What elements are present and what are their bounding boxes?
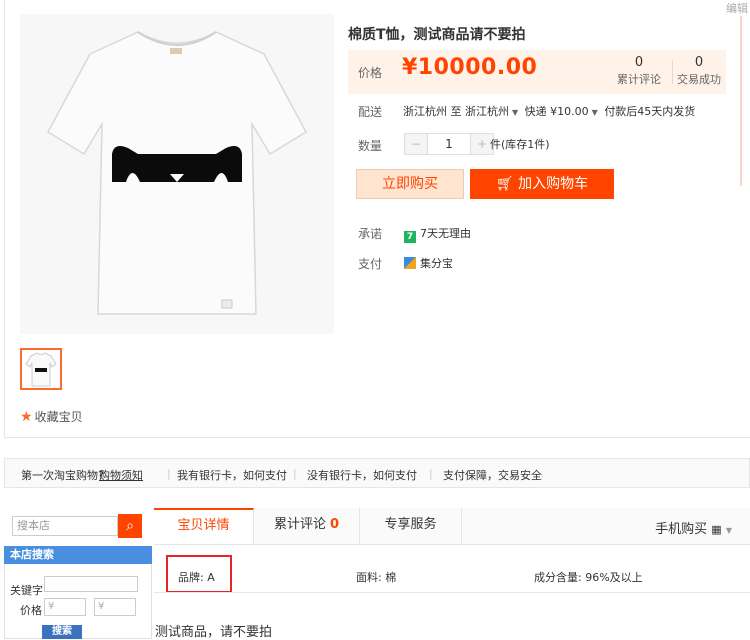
- search-button[interactable]: ⌕: [118, 514, 142, 538]
- promise-text: 7天无理由: [420, 227, 471, 240]
- sales-stat: 0 交易成功: [676, 55, 722, 87]
- stat-divider: [672, 60, 673, 84]
- guide-link-no-card[interactable]: 没有银行卡，如何支付: [307, 467, 417, 483]
- ship-from: 浙江杭州: [403, 105, 447, 118]
- ship-method-select[interactable]: 快递 ¥10.00 ▼: [525, 105, 601, 118]
- shopping-guide-bar: 第一次淘宝购物? 购物须知 | 我有银行卡，如何支付 | 没有银行卡，如何支付 …: [4, 458, 750, 488]
- shipping-label: 配送: [358, 105, 383, 119]
- chevron-down-icon: ▼: [725, 526, 732, 535]
- first-time-text: 第一次淘宝购物?: [21, 469, 104, 482]
- shopping-guide-link[interactable]: 购物须知: [99, 467, 143, 483]
- shop-search-input[interactable]: 搜本店: [12, 516, 118, 536]
- edit-link[interactable]: 编辑: [726, 0, 748, 16]
- guide-link-security[interactable]: 支付保障，交易安全: [443, 467, 542, 483]
- keyword-label: 关键字: [10, 584, 43, 597]
- shop-search-heading: 本店搜索: [4, 546, 152, 564]
- product-description: 测试商品，请不要拍: [155, 625, 273, 640]
- reviews-stat[interactable]: 0 累计评论: [614, 55, 664, 87]
- search-icon: ⌕: [126, 518, 134, 534]
- tab-details[interactable]: 宝贝详情: [154, 508, 254, 544]
- add-to-cart-label: 加入购物车: [518, 176, 589, 192]
- keyword-input[interactable]: [44, 576, 138, 592]
- shipping-info: 浙江杭州 至 浙江杭州 ▼ 快递 ¥10.00 ▼ 付款后45天内发货: [403, 103, 695, 119]
- tab-reviews-label: 累计评论: [273, 517, 326, 532]
- payment-label: 支付: [358, 257, 383, 271]
- attr-composition: 成分含量: 96%及以上: [534, 571, 643, 584]
- star-icon: ★: [20, 409, 33, 425]
- ship-note: 付款后45天内发货: [604, 105, 696, 118]
- attr-brand: 品牌: A: [178, 571, 215, 584]
- detail-tabs: 宝贝详情 累计评论 0 专享服务 手机购买 ▦ ▼: [154, 508, 750, 545]
- guide-separator: |: [429, 467, 433, 480]
- price-max-input[interactable]: ¥: [94, 598, 136, 616]
- quantity-stepper: − 1 +: [404, 133, 494, 155]
- favorite-item-link[interactable]: ★ 收藏宝贝: [20, 408, 83, 425]
- tab-services[interactable]: 专享服务: [360, 508, 462, 544]
- shop-search-submit-button[interactable]: 搜索: [42, 625, 82, 639]
- dropdown-arrow-icon: ▼: [591, 108, 598, 117]
- guide-separator: |: [293, 467, 297, 480]
- ship-to-value: 浙江杭州: [465, 105, 509, 118]
- ship-to-word: 至: [450, 105, 462, 118]
- favorite-label: 收藏宝贝: [34, 410, 83, 424]
- payment-text: 集分宝: [420, 257, 453, 270]
- tab-reviews[interactable]: 累计评论 0: [254, 508, 360, 544]
- product-thumbnail[interactable]: [20, 348, 62, 390]
- attr-fabric: 面料: 棉: [356, 571, 397, 584]
- mobile-buy-link[interactable]: 手机购买 ▦ ▼: [655, 518, 732, 537]
- ship-method-value: 快递 ¥10.00: [524, 105, 589, 118]
- stock-text: 件(库存1件): [490, 138, 550, 151]
- promise-label: 承诺: [358, 227, 383, 241]
- tab-reviews-count: 0: [329, 517, 340, 532]
- seven-day-icon: 7: [404, 231, 416, 243]
- qr-code-icon: ▦: [711, 523, 722, 536]
- decrease-quantity-button[interactable]: −: [405, 134, 427, 154]
- price-value: ¥10000.00: [402, 55, 538, 80]
- cart-icon: 🛒︎: [495, 176, 514, 192]
- ship-to-select[interactable]: 浙江杭州 ▼: [465, 105, 521, 118]
- reviews-stat-label: 累计评论: [617, 73, 661, 86]
- dropdown-arrow-icon: ▼: [512, 108, 519, 117]
- quantity-label: 数量: [358, 139, 383, 153]
- price-min-input[interactable]: ¥: [44, 598, 86, 616]
- mobile-buy-label: 手机购买: [655, 522, 708, 537]
- promise-info[interactable]: 7 7天无理由: [404, 225, 471, 243]
- quantity-input[interactable]: 1: [427, 134, 471, 154]
- price-box: 价格 ¥10000.00 0 累计评论 0 交易成功: [348, 50, 726, 94]
- buy-now-button[interactable]: 立即购买: [356, 169, 464, 199]
- payment-info[interactable]: 集分宝: [404, 255, 453, 271]
- price-range-label: 价格: [20, 604, 42, 617]
- attributes-divider: [154, 592, 750, 593]
- reviews-count: 0: [634, 55, 644, 70]
- sales-stat-label: 交易成功: [677, 73, 721, 86]
- guide-separator: |: [167, 467, 171, 480]
- panel-edge-mark: [740, 16, 742, 186]
- product-main-image[interactable]: [20, 14, 334, 334]
- price-label: 价格: [358, 66, 383, 80]
- jifenbao-icon: [404, 257, 416, 269]
- product-title: 棉质T恤，测试商品请不要拍: [348, 27, 526, 43]
- add-to-cart-button[interactable]: 🛒︎ 加入购物车: [470, 169, 614, 199]
- sales-count: 0: [694, 55, 704, 70]
- guide-link-have-card[interactable]: 我有银行卡，如何支付: [177, 467, 287, 483]
